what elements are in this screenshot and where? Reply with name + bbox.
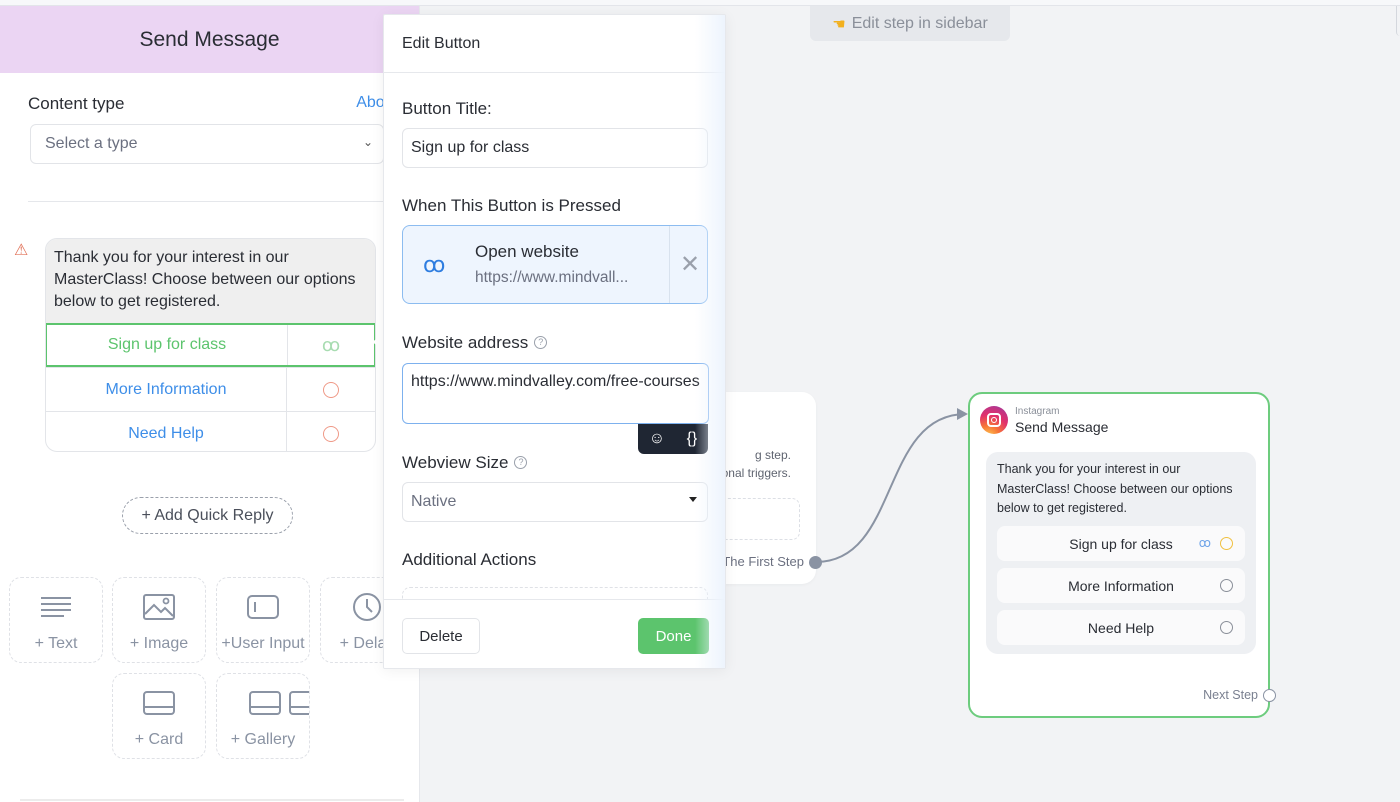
add-text-tile[interactable]: + Text [9,577,103,663]
button-output-handle[interactable] [1220,621,1233,634]
node-platform: Instagram [1015,406,1060,417]
content-type-label: Content type [28,94,125,113]
panel-edge-fade [695,15,725,668]
text-lines-icon [10,592,102,622]
node-button-label: Need Help [1087,619,1155,636]
divider [669,226,670,303]
node-title: Send Message [1015,419,1109,435]
add-image-tile[interactable]: + Image [112,577,206,663]
add-quick-reply-button[interactable]: + Add Quick Reply [122,497,293,534]
tile-label: + Image [129,635,189,652]
button-connect-circle-icon[interactable] [323,425,339,442]
close-icon[interactable]: ✕ [680,250,700,279]
edit-step-hint: ☚ Edit step in sidebar [810,6,1010,41]
action-title: Open website [475,242,579,261]
node-message-text: Thank you for your interest in our Maste… [997,462,1233,515]
tile-label: + Text [34,635,78,652]
sidebar-header: Send Message [0,6,419,73]
website-address-label: Website address? [402,333,548,353]
instagram-icon [980,406,1008,434]
image-icon [113,592,205,622]
sidebar-title: Send Message [139,27,280,51]
first-step-output-handle[interactable] [809,556,822,569]
next-step-handle[interactable] [1263,689,1276,702]
tile-label: +User Input [221,635,305,652]
webview-size-label: Webview Size? [402,453,528,473]
edit-panel-footer: Delete Done [384,599,725,668]
canvas-node-edge [1396,6,1400,36]
pointing-hand-icon: ☚ [832,15,846,33]
emoji-icon[interactable]: ☺ [649,430,665,448]
instagram-send-message-node[interactable]: Instagram Send Message Thank you for you… [968,392,1276,718]
divider [28,201,404,202]
node-button[interactable]: Need Help [997,610,1245,645]
delete-button[interactable]: Delete [402,618,480,654]
message-button-label[interactable]: Sign up for class [47,325,288,365]
warning-icon: ⚠ [14,242,29,259]
add-user-input-tile[interactable]: +User Input [216,577,310,663]
button-title-label: Button Title: [402,99,492,118]
additional-actions-label: Additional Actions [402,550,537,569]
tile-label: + Gallery [230,731,296,748]
message-button[interactable]: Sign up for class ꝏ [46,323,375,367]
input-tools: ☺ {} [638,424,708,454]
webview-size-label-text: Webview Size [402,453,509,472]
caret-down-icon [689,497,697,502]
content-type-row: Content type About [28,94,398,114]
edit-panel-header: Edit Button [384,15,725,73]
help-icon[interactable]: ? [534,336,548,349]
content-type-select[interactable]: Select a type ⌄ [30,124,384,164]
first-step-output-label: The First Step [722,554,804,569]
variables-icon[interactable]: {} [687,430,698,448]
tile-label: + Card [134,731,184,748]
link-icon: ꝏ [423,252,446,277]
website-address-label-text: Website address [402,333,529,352]
link-icon[interactable]: ꝏ [322,335,340,356]
chevron-down-icon: ⌄ [362,135,373,149]
sidebar: Send Message Content type About Select a… [0,6,420,802]
content-type-value: Select a type [45,135,138,152]
open-website-action[interactable]: ꝏ Open website https://www.mindvall... ✕ [402,225,708,304]
message-card[interactable]: Thank you for your interest in our Maste… [45,238,376,452]
button-output-handle[interactable] [1220,579,1233,592]
node-button-label: Sign up for class [1069,535,1173,552]
webview-size-select[interactable]: Native [402,482,708,522]
node-button[interactable]: Sign up for class ꝏ [997,526,1245,561]
add-card-tile[interactable]: + Card [112,673,206,759]
message-button-label[interactable]: More Information [46,368,287,411]
when-pressed-label: When This Button is Pressed [402,196,621,215]
message-button[interactable]: Need Help [46,411,375,451]
edit-button-panel: Edit Button Button Title: Sign up for cl… [383,14,726,669]
link-icon: ꝏ [1198,536,1211,550]
divider [20,799,404,801]
message-text[interactable]: Thank you for your interest in our Maste… [46,239,375,323]
message-button-label[interactable]: Need Help [46,412,287,451]
node-button-label: More Information [1068,577,1174,594]
button-title-value: Sign up for class [411,139,530,156]
button-output-handle[interactable] [1220,537,1233,550]
webview-size-value: Native [411,493,457,510]
node-message-bubble: Thank you for your interest in our Maste… [986,452,1256,654]
button-title-input[interactable]: Sign up for class [402,128,708,168]
help-icon[interactable]: ? [514,456,528,469]
card-icon [113,688,205,718]
next-step-label: Next Step [1203,688,1258,702]
hint-text: Edit step in sidebar [851,14,988,32]
message-button[interactable]: More Information [46,367,375,411]
user-input-icon [217,592,309,622]
done-button[interactable]: Done [638,618,709,654]
button-connect-circle-icon[interactable] [323,381,339,398]
node-button[interactable]: More Information [997,568,1245,603]
action-url: https://www.mindvall... [475,269,629,286]
website-address-input[interactable]: https://www.mindvalley.com/free-courses [402,363,709,424]
gallery-icon [217,688,309,718]
add-gallery-tile[interactable]: + Gallery [216,673,310,759]
